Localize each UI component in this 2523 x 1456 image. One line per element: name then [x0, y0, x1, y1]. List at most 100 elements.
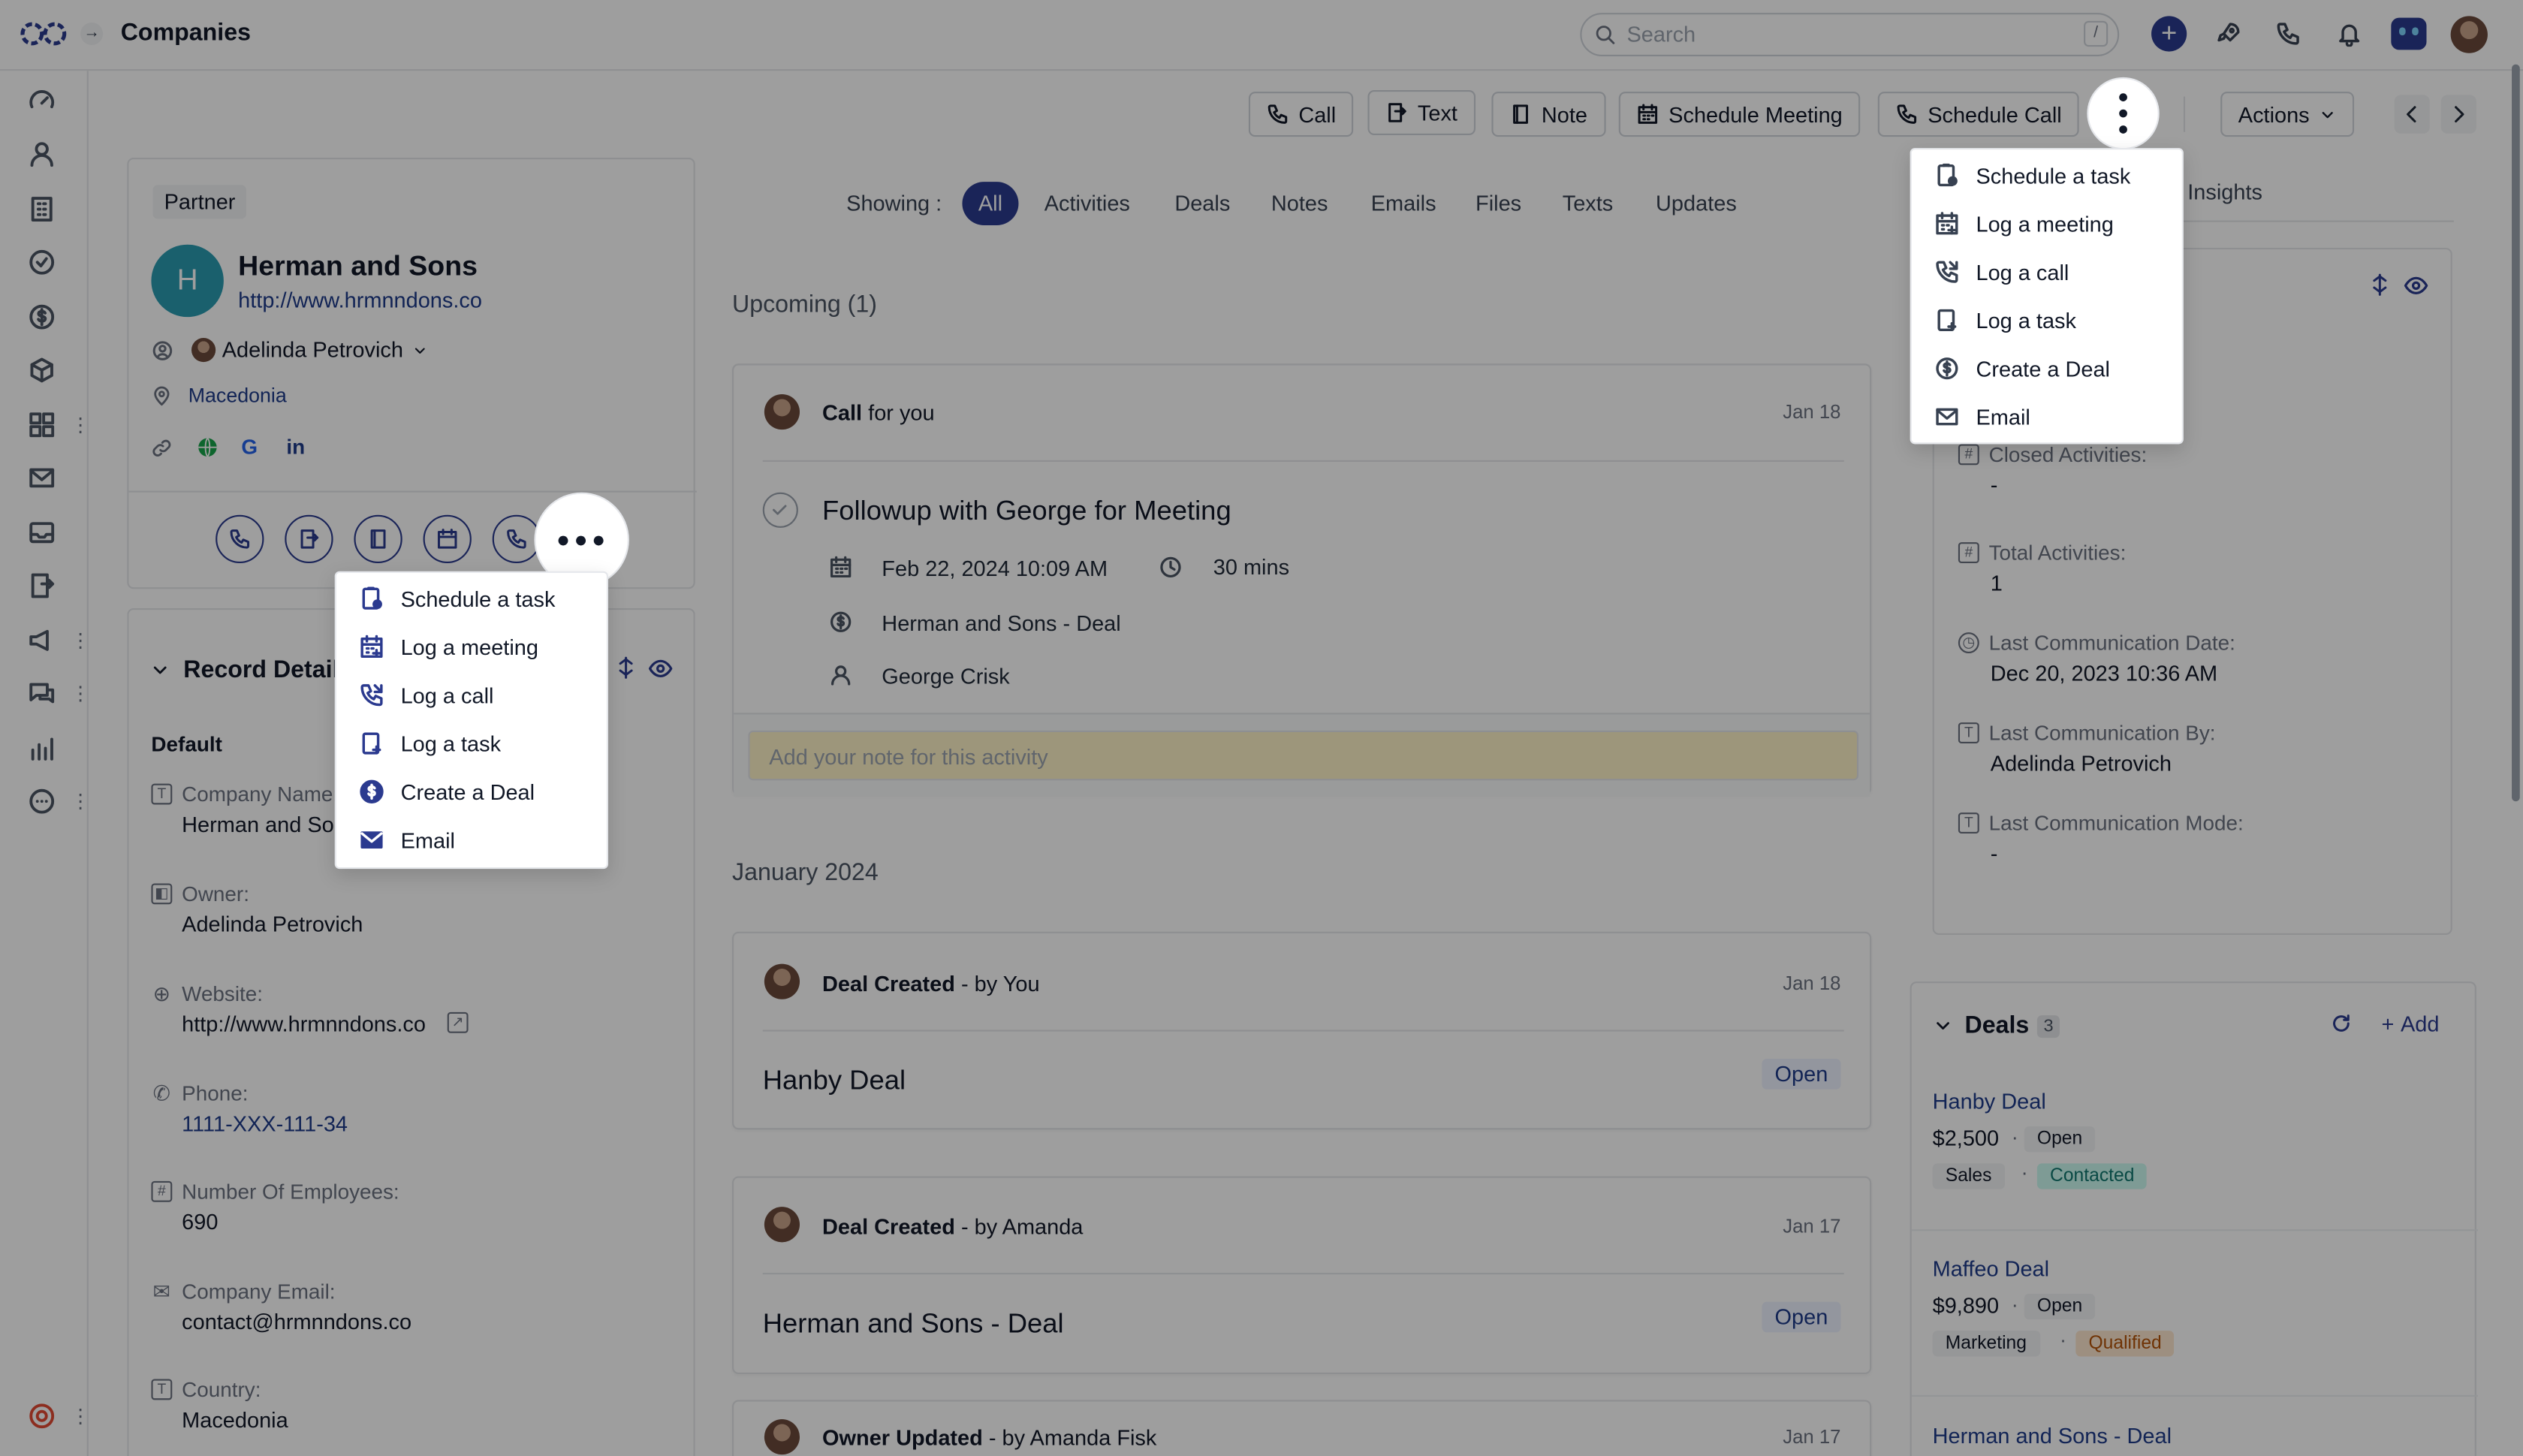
filter-tab-texts[interactable]: Texts	[1563, 191, 1614, 216]
inbox-icon[interactable]	[27, 518, 56, 547]
products-icon[interactable]	[27, 356, 56, 385]
contacts-icon[interactable]	[27, 140, 56, 169]
filter-tab-updates[interactable]: Updates	[1656, 191, 1737, 216]
chat-icon[interactable]	[27, 679, 56, 708]
create-new-icon[interactable]: +	[2151, 16, 2187, 52]
more-options-button[interactable]	[2088, 79, 2158, 149]
search-input[interactable]: Search /	[1580, 13, 2120, 57]
more-apps-icon[interactable]	[27, 787, 56, 816]
phone-icon[interactable]	[2275, 21, 2301, 47]
deals-icon[interactable]	[27, 303, 56, 332]
task-icon	[1937, 163, 1958, 187]
apps-icon[interactable]	[27, 410, 56, 439]
assistant-bot-icon[interactable]	[2391, 17, 2427, 50]
bell-icon[interactable]	[2336, 21, 2362, 47]
sms-icon[interactable]	[27, 571, 56, 601]
actions-dropdown[interactable]: Actions	[2220, 92, 2355, 137]
menu-item-email[interactable]: Email	[1912, 393, 2182, 441]
menu-item-email[interactable]: Email	[336, 815, 607, 864]
globe-icon[interactable]	[196, 436, 219, 459]
deal-name-link[interactable]: Hanby Deal	[1933, 1090, 2046, 1114]
call-button[interactable]: Call	[1248, 92, 1354, 137]
quick-schedule-call-button[interactable]	[492, 514, 541, 564]
text-button[interactable]: Text	[1367, 90, 1476, 136]
expand-sidebar-icon[interactable]: →	[80, 23, 104, 46]
chevron-right-icon	[2455, 106, 2464, 123]
refresh-icon[interactable]	[2330, 1012, 2353, 1035]
menu-item-create-a-deal[interactable]: Create a Deal	[336, 767, 607, 815]
activity-related-deal[interactable]: Herman and Sons - Deal	[882, 611, 1120, 635]
activity-note-input[interactable]: Add your note for this activity	[748, 730, 1859, 781]
quick-meeting-button[interactable]	[423, 514, 472, 564]
quick-note-button[interactable]	[354, 514, 402, 564]
add-deal-button[interactable]: + Add	[2381, 1012, 2439, 1036]
filter-tab-files[interactable]: Files	[1476, 191, 1521, 216]
menu-item-log-a-meeting[interactable]: Log a meeting	[336, 622, 607, 671]
more-apps-dots-icon[interactable]: ⋮	[71, 790, 90, 812]
text-field-icon: T	[151, 1379, 173, 1400]
schedule-call-button[interactable]: Schedule Call	[1877, 92, 2080, 137]
complete-activity-checkbox[interactable]	[762, 492, 798, 528]
pin-icon[interactable]	[2368, 273, 2391, 296]
eye-icon[interactable]	[2404, 273, 2428, 297]
chevron-down-icon[interactable]	[149, 660, 170, 681]
meeting-icon	[360, 635, 383, 659]
chevron-down-icon[interactable]	[1933, 1015, 1954, 1036]
reports-icon[interactable]	[27, 734, 56, 763]
filter-tab-activities[interactable]: Activities	[1044, 191, 1130, 216]
campaigns-icon[interactable]	[27, 626, 56, 656]
help-more-icon[interactable]: ⋮	[71, 1405, 90, 1427]
entry-avatar	[764, 1207, 800, 1243]
deal-name-link[interactable]: Herman and Sons - Deal	[1933, 1424, 2172, 1448]
filter-tab-deals[interactable]: Deals	[1174, 191, 1230, 216]
linkedin-icon[interactable]: in	[286, 435, 305, 459]
tasks-icon[interactable]	[27, 248, 56, 277]
field-value: Macedonia	[182, 1408, 288, 1433]
pin-icon[interactable]	[615, 656, 638, 679]
rocket-icon[interactable]	[2216, 21, 2241, 47]
field-value[interactable]: http://www.hrmnndons.co	[182, 1012, 426, 1036]
quick-call-button[interactable]	[216, 514, 264, 564]
schedule-meeting-button[interactable]: Schedule Meeting	[1618, 92, 1861, 137]
help-lifebuoy-icon[interactable]	[27, 1401, 56, 1430]
quick-text-button[interactable]	[285, 514, 333, 564]
menu-item-create-a-deal[interactable]: Create a Deal	[1912, 345, 2182, 393]
menu-item-label: Schedule a task	[1976, 163, 2131, 188]
chat-more-icon[interactable]: ⋮	[71, 683, 90, 705]
owner-selector[interactable]: Adelinda Petrovich	[222, 338, 427, 362]
menu-item-schedule-a-task[interactable]: Schedule a task	[1912, 151, 2182, 199]
menu-item-log-a-task[interactable]: Log a task	[1912, 296, 2182, 344]
entry-deal-name[interactable]: Hanby Deal	[763, 1066, 906, 1098]
menu-item-log-a-call[interactable]: Log a call	[336, 671, 607, 719]
eye-icon[interactable]	[648, 656, 673, 680]
entry-deal-name[interactable]: Herman and Sons - Deal	[763, 1308, 1064, 1340]
dashboard-icon[interactable]	[27, 87, 56, 116]
activity-related-person[interactable]: George Crisk	[882, 665, 1009, 689]
company-location[interactable]: Macedonia	[188, 384, 287, 407]
phone-icon	[507, 529, 526, 549]
next-record-button[interactable]	[2440, 95, 2476, 134]
previous-record-button[interactable]	[2394, 95, 2430, 134]
menu-item-log-a-meeting[interactable]: Log a meeting	[1912, 200, 2182, 248]
app-logo[interactable]	[20, 20, 68, 49]
deal-name-link[interactable]: Maffeo Deal	[1933, 1257, 2049, 1281]
menu-item-schedule-a-task[interactable]: Schedule a task	[336, 574, 607, 622]
google-icon[interactable]: G	[241, 435, 258, 459]
campaigns-more-icon[interactable]: ⋮	[71, 629, 90, 652]
filter-tab-notes[interactable]: Notes	[1271, 191, 1328, 216]
company-website-link[interactable]: http://www.hrmnndons.co	[238, 288, 482, 312]
companies-icon[interactable]	[27, 194, 56, 224]
page-scrollbar[interactable]	[2512, 64, 2520, 802]
filter-tab-all[interactable]: All	[962, 182, 1019, 226]
mail-icon[interactable]	[27, 463, 56, 493]
note-button[interactable]: Note	[1491, 92, 1605, 137]
menu-item-log-a-task[interactable]: Log a task	[336, 719, 607, 767]
external-link-icon[interactable]: ↗	[447, 1011, 469, 1033]
field-value[interactable]: 1111-XXX-111-34	[182, 1112, 348, 1136]
menu-item-log-a-call[interactable]: Log a call	[1912, 248, 2182, 296]
user-avatar[interactable]	[2450, 16, 2488, 53]
email-icon: ✉	[152, 1279, 171, 1304]
apps-more-icon[interactable]: ⋮	[71, 414, 90, 436]
filter-tab-emails[interactable]: Emails	[1371, 191, 1436, 216]
link-icon[interactable]	[151, 438, 172, 459]
